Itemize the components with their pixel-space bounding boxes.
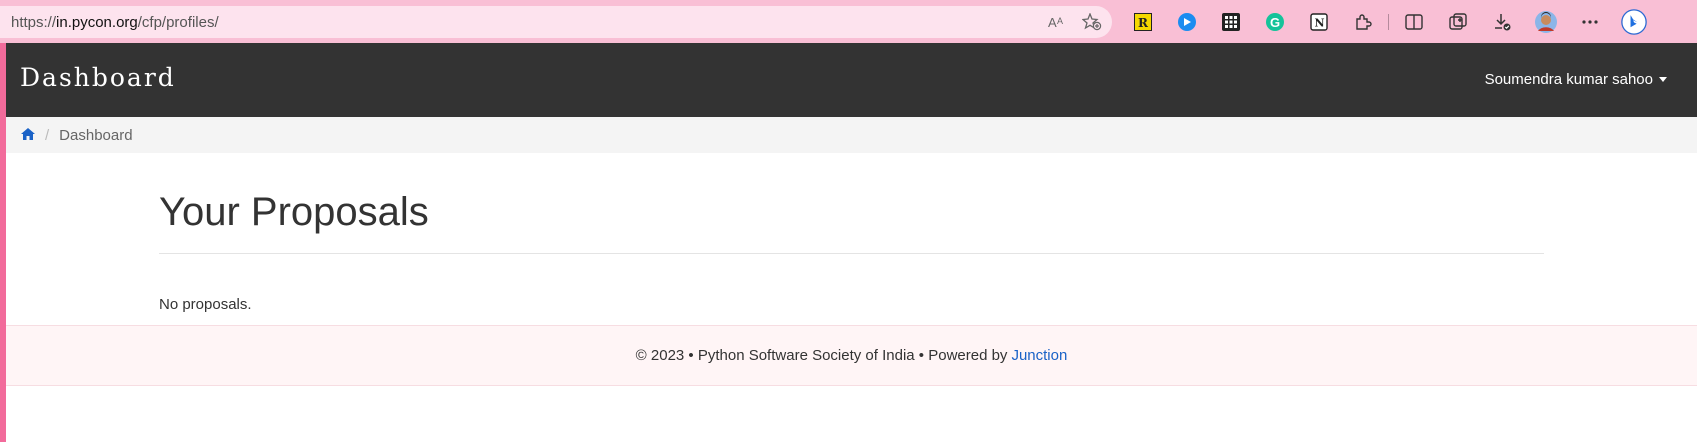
media-extension-icon[interactable] [1174,9,1200,35]
junction-link[interactable]: Junction [1011,347,1067,364]
downloads-icon[interactable] [1489,9,1515,35]
notion-extension-icon[interactable]: N [1306,9,1332,35]
svg-text:A: A [1048,15,1057,30]
grammarly-extension-icon[interactable]: G [1262,9,1288,35]
more-menu-icon[interactable] [1577,9,1603,35]
navbar: Dashboard Soumendra kumar sahoo [6,43,1697,117]
page-title: Your Proposals [159,190,429,234]
url-prefix: https:// [11,13,57,31]
svg-text:R: R [1138,16,1149,30]
extensions-icon[interactable] [1350,9,1376,35]
home-icon[interactable] [21,127,35,144]
url-path: /cfp/profiles/ [137,13,219,31]
svg-text:N: N [1315,17,1325,30]
profile-avatar[interactable] [1533,9,1559,35]
title-divider [159,253,1544,254]
svg-text:A: A [1057,16,1063,26]
collections-icon[interactable] [1445,9,1471,35]
add-favorite-icon[interactable] [1082,13,1102,31]
breadcrumb: / Dashboard [6,117,1697,153]
read-aloud-icon[interactable]: AA [1048,14,1068,30]
browser-toolbar: https://in.pycon.org/cfp/profiles/ AA R … [0,0,1697,43]
user-name: Soumendra kumar sahoo [1484,71,1653,88]
page: Dashboard Soumendra kumar sahoo / Dashbo… [6,43,1697,442]
toolbar-separator [1388,14,1389,30]
breadcrumb-separator: / [45,126,50,144]
brand-title[interactable]: Dashboard [20,63,176,92]
url-host: in.pycon.org [56,13,138,31]
address-bar[interactable]: https://in.pycon.org/cfp/profiles/ AA [0,6,1112,38]
caret-down-icon [1659,77,1667,82]
bing-icon[interactable] [1621,9,1647,35]
grid-extension-icon[interactable] [1218,9,1244,35]
breadcrumb-current: Dashboard [59,126,133,144]
footer: © 2023 • Python Software Society of Indi… [6,325,1697,386]
split-screen-icon[interactable] [1401,9,1427,35]
reader-extension-icon[interactable]: R [1130,9,1156,35]
user-menu[interactable]: Soumendra kumar sahoo [1485,71,1667,88]
svg-text:G: G [1270,15,1280,30]
empty-proposals-message: No proposals. [159,296,252,313]
footer-text: © 2023 • Python Software Society of Indi… [635,347,1008,364]
